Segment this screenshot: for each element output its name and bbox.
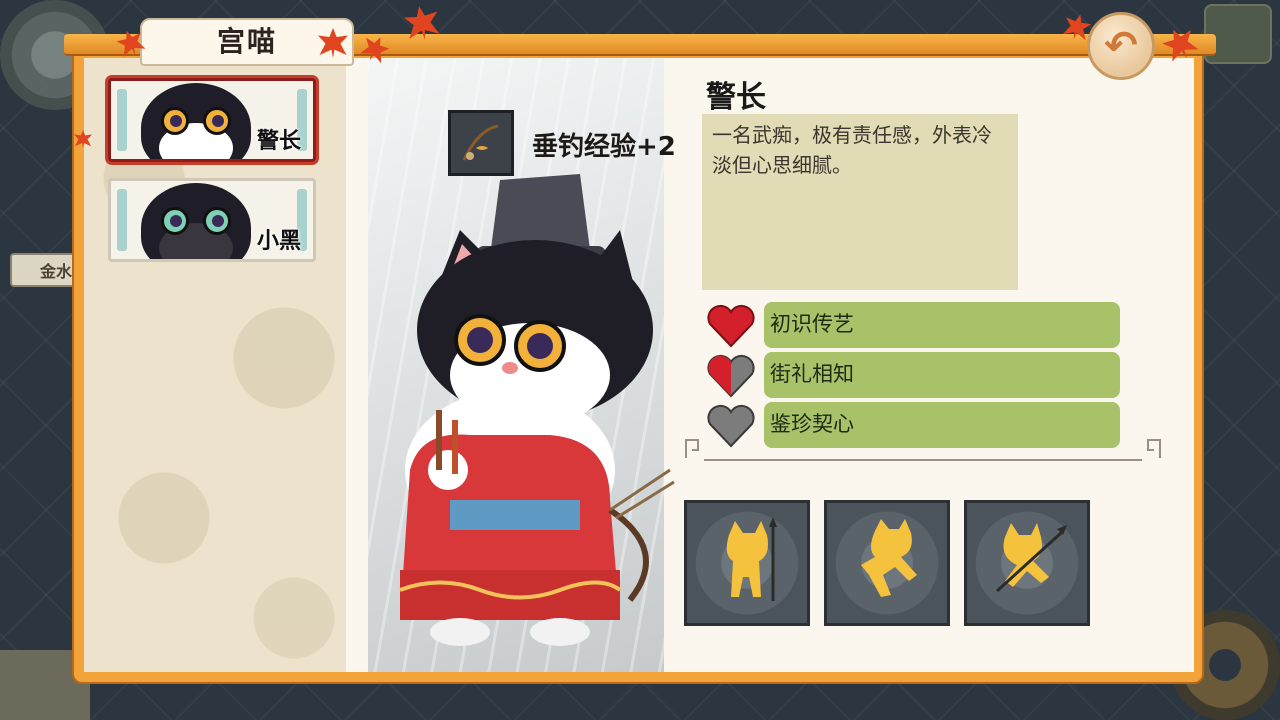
ornamental-divider [685,439,1161,461]
cat-lunge-icon [861,519,917,597]
bond-label: 初识传艺 [764,302,1120,348]
back-button[interactable]: ↶ [1087,12,1155,80]
skill-bonus-text: 垂钓经验+2 [532,132,676,162]
bond-row: 街礼相知 [706,352,1126,402]
page-title: 宫喵 [140,18,354,66]
character-portrait [399,174,675,646]
cat-card-name: 小黑 [256,229,301,254]
back-arrow-icon: ↶ [1104,23,1138,69]
cat-spear-run-icon [995,523,1067,593]
fishing-rod-icon [448,110,514,176]
cat-eye [203,207,231,235]
pose-thumbnail-2[interactable] [824,500,950,626]
card-side-bar [117,89,127,151]
heart-full-icon [707,304,755,348]
cat-card-xiaohei[interactable]: 小黑 [108,178,316,262]
cat-eye [161,207,189,235]
cat-avatar [141,183,251,259]
cat-eye [161,107,189,135]
cat-avatar [141,83,251,159]
cat-eye [203,107,231,135]
heart-half-icon [707,354,755,398]
character-description: 一名武痴，极有责任感，外表冷淡但心思细腻。 [702,114,1018,290]
card-side-bar [117,189,127,251]
bond-label: 街礼相知 [764,352,1120,398]
cat-spear-stand-icon [726,517,777,601]
character-name: 警长 [706,80,766,115]
cat-card-name: 警长 [256,129,301,154]
cat-card-jingzhang[interactable]: 警长 [108,78,316,162]
pose-thumbnail-3[interactable] [964,500,1090,626]
bond-row: 初识传艺 [706,302,1126,352]
pose-thumbnail-1[interactable] [684,500,810,626]
